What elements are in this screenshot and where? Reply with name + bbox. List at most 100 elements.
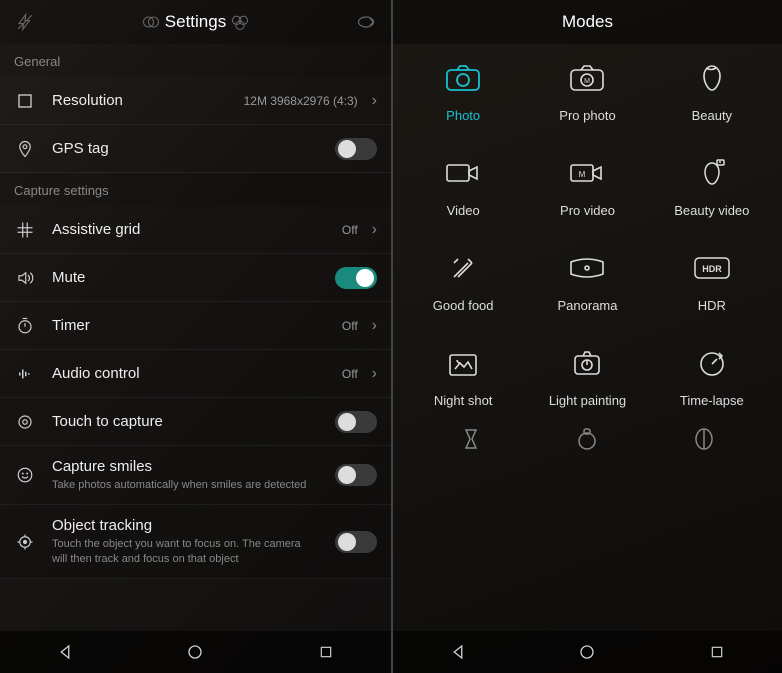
row-gps[interactable]: GPS tag (0, 125, 391, 173)
location-icon (14, 138, 36, 160)
svg-text:HDR: HDR (702, 264, 722, 274)
grid-icon (14, 219, 36, 241)
modes-pane: Modes Photo M Pro photo Beauty (391, 0, 782, 673)
recent-button[interactable] (706, 641, 728, 663)
row-audio[interactable]: Audio control Off › (0, 350, 391, 398)
smiles-sub: Take photos automatically when smiles ar… (52, 478, 312, 492)
settings-title: Settings (165, 12, 226, 32)
grid-value: Off (342, 223, 358, 237)
mode-label: HDR (698, 298, 726, 313)
chevron-icon: › (372, 317, 377, 335)
tracking-toggle[interactable] (335, 531, 377, 553)
section-general: General (0, 44, 391, 77)
mode-panorama[interactable]: Panorama (525, 252, 649, 313)
night-icon (443, 347, 483, 379)
section-capture: Capture settings (0, 173, 391, 206)
modes-grid: Photo M Pro photo Beauty Video (393, 44, 782, 408)
extra-mode-2-icon[interactable] (572, 424, 602, 454)
mode-hdr[interactable]: HDR HDR (650, 252, 774, 313)
extra-mode-1-icon[interactable] (456, 424, 486, 454)
back-button[interactable] (447, 641, 469, 663)
hdr-icon: HDR (692, 252, 732, 284)
home-button[interactable] (576, 641, 598, 663)
smiles-label: Capture smiles (52, 458, 335, 475)
mode-night[interactable]: Night shot (401, 347, 525, 408)
face-icon (692, 62, 732, 94)
gps-label: GPS tag (52, 140, 335, 157)
mode-pro-photo[interactable]: M Pro photo (525, 62, 649, 123)
mode-label: Night shot (434, 393, 493, 408)
mode-beauty[interactable]: Beauty (650, 62, 774, 123)
target-icon (14, 531, 36, 553)
android-navbar (393, 631, 782, 673)
video-icon (443, 157, 483, 189)
mode-beauty-video[interactable]: Beauty video (650, 157, 774, 218)
panorama-icon (567, 252, 607, 284)
row-tracking[interactable]: Object tracking Touch the object you wan… (0, 505, 391, 579)
resolution-label: Resolution (52, 92, 244, 109)
row-mute[interactable]: Mute (0, 254, 391, 302)
mode-video[interactable]: Video (401, 157, 525, 218)
smile-icon (14, 464, 36, 486)
camera-icon (443, 62, 483, 94)
row-touch[interactable]: Touch to capture (0, 398, 391, 446)
timer-label: Timer (52, 317, 342, 334)
gps-toggle[interactable] (335, 138, 377, 160)
timer-icon (14, 315, 36, 337)
modes-title: Modes (562, 12, 613, 32)
mode-light-painting[interactable]: Light painting (525, 347, 649, 408)
touch-icon (14, 411, 36, 433)
flash-icon[interactable] (14, 11, 36, 33)
timer-value: Off (342, 319, 358, 333)
touch-toggle[interactable] (335, 411, 377, 433)
touch-label: Touch to capture (52, 413, 335, 430)
chevron-icon: › (372, 92, 377, 110)
mode-label: Panorama (558, 298, 618, 313)
tracking-label: Object tracking (52, 517, 335, 534)
chevron-icon: › (372, 221, 377, 239)
grid-label: Assistive grid (52, 221, 342, 238)
svg-text:M: M (585, 78, 591, 85)
settings-pane: Settings General Resolution 12M 3968x297… (0, 0, 391, 673)
mode-label: Photo (446, 108, 480, 123)
mode-label: Good food (433, 298, 494, 313)
audio-label: Audio control (52, 365, 342, 382)
smiles-toggle[interactable] (335, 464, 377, 486)
modes-bottom-row (393, 408, 782, 454)
back-button[interactable] (54, 641, 76, 663)
mute-label: Mute (52, 269, 335, 286)
row-grid[interactable]: Assistive grid Off › (0, 206, 391, 254)
row-smiles[interactable]: Capture smiles Take photos automatically… (0, 446, 391, 505)
extra-mode-3-icon[interactable] (689, 424, 719, 454)
switch-camera-icon[interactable] (355, 11, 377, 33)
mode-label: Beauty video (674, 203, 749, 218)
mode-label: Pro video (560, 203, 615, 218)
filter-icon[interactable] (140, 11, 162, 33)
mode-pro-video[interactable]: M Pro video (525, 157, 649, 218)
timelapse-icon (692, 347, 732, 379)
speaker-icon (14, 267, 36, 289)
mode-label: Light painting (549, 393, 626, 408)
food-icon (443, 252, 483, 284)
mode-food[interactable]: Good food (401, 252, 525, 313)
pro-video-icon: M (567, 157, 607, 189)
mute-toggle[interactable] (335, 267, 377, 289)
face-video-icon (692, 157, 732, 189)
resolution-icon (14, 90, 36, 112)
mode-timelapse[interactable]: Time-lapse (650, 347, 774, 408)
modes-header: Modes (393, 0, 782, 44)
tracking-sub: Touch the object you want to focus on. T… (52, 537, 312, 566)
mode-photo[interactable]: Photo (401, 62, 525, 123)
home-button[interactable] (184, 641, 206, 663)
mode-label: Beauty (692, 108, 732, 123)
recent-button[interactable] (315, 641, 337, 663)
light-painting-icon (567, 347, 607, 379)
audio-value: Off (342, 367, 358, 381)
row-resolution[interactable]: Resolution 12M 3968x2976 (4:3) › (0, 77, 391, 125)
pro-camera-icon: M (567, 62, 607, 94)
row-timer[interactable]: Timer Off › (0, 302, 391, 350)
mode-label: Pro photo (559, 108, 615, 123)
android-navbar (0, 631, 391, 673)
color-icon[interactable] (229, 11, 251, 33)
svg-text:M: M (579, 170, 586, 179)
